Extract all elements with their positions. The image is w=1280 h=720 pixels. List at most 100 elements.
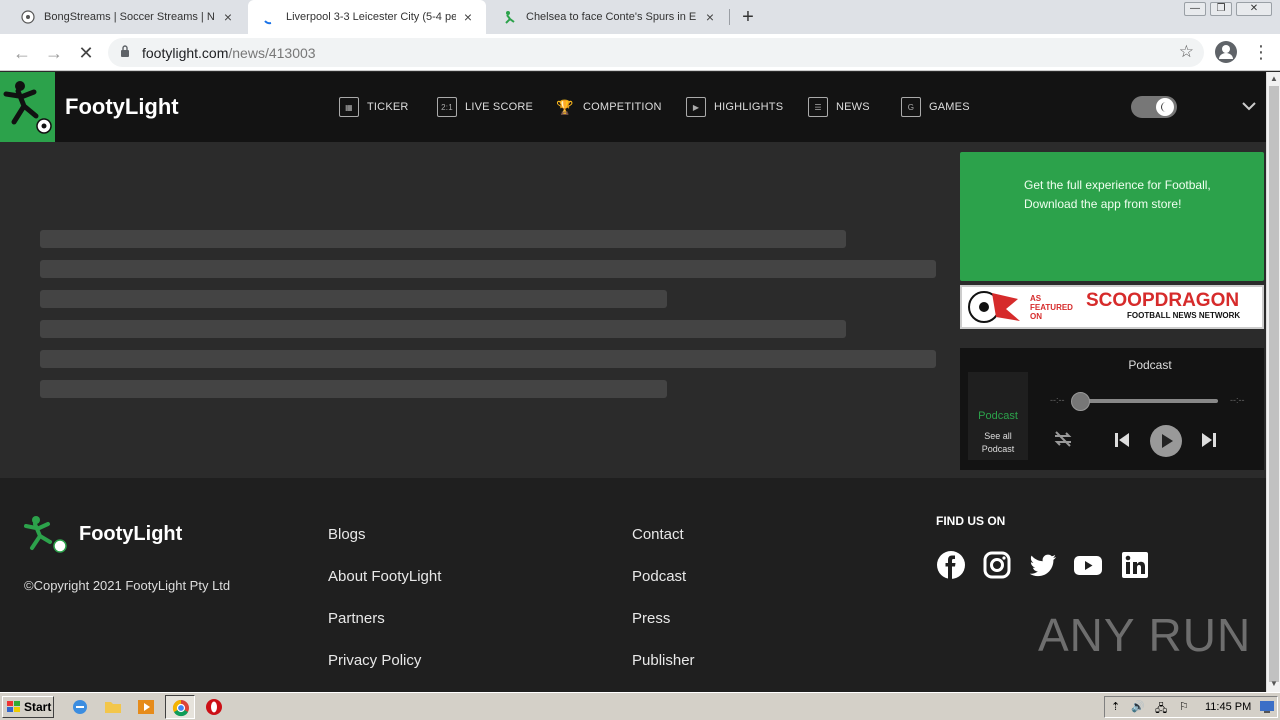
minimize-window-button[interactable]: — bbox=[1184, 2, 1206, 16]
footer-link-privacy[interactable]: Privacy Policy bbox=[328, 652, 421, 669]
folder-icon[interactable] bbox=[104, 698, 122, 716]
tab-title: Liverpool 3-3 Leicester City (5-4 pen bbox=[286, 11, 456, 23]
opera-icon[interactable] bbox=[205, 698, 223, 716]
nav-competition[interactable]: 🏆 COMPETITION bbox=[555, 96, 662, 118]
chevron-down-icon[interactable] bbox=[1240, 96, 1258, 116]
podcast-seek-handle[interactable] bbox=[1071, 392, 1090, 411]
anyrun-watermark: ANY RUN bbox=[1038, 609, 1252, 661]
start-label: Start bbox=[24, 700, 52, 714]
chrome-taskbar-button[interactable] bbox=[165, 695, 195, 719]
tab-chelsea-spurs[interactable]: Chelsea to face Conte's Spurs in EFL × bbox=[488, 0, 728, 34]
internet-explorer-icon[interactable] bbox=[71, 698, 89, 716]
copyright-text: ©Copyright 2021 FootyLight Pty Ltd bbox=[24, 578, 231, 593]
play-icon: ▶ bbox=[686, 97, 706, 117]
site-brand[interactable]: FootyLight bbox=[65, 94, 179, 120]
podcast-player-title: Podcast bbox=[1128, 358, 1172, 372]
linkedin-icon[interactable] bbox=[1120, 550, 1150, 580]
podcast-cover[interactable]: Podcast See all Podcast bbox=[968, 372, 1028, 460]
tab-title: Chelsea to face Conte's Spurs in EFL bbox=[526, 11, 696, 23]
loading-skeleton-line bbox=[40, 230, 846, 248]
windows-logo-icon bbox=[7, 701, 20, 712]
nav-label: GAMES bbox=[929, 101, 970, 113]
games-icon: G bbox=[901, 97, 921, 117]
footer-brand[interactable]: FootyLight bbox=[79, 523, 182, 546]
footer-link-partners[interactable]: Partners bbox=[328, 610, 385, 627]
nav-label: HIGHLIGHTS bbox=[714, 101, 784, 113]
lock-icon[interactable] bbox=[120, 45, 130, 58]
see-all-podcast-link[interactable]: See all Podcast bbox=[968, 430, 1028, 456]
repeat-icon[interactable] bbox=[1052, 428, 1074, 450]
new-tab-button[interactable]: + bbox=[736, 6, 760, 28]
page-scrollbar[interactable]: ▲ ▼ bbox=[1266, 72, 1280, 692]
profile-avatar-icon[interactable] bbox=[1215, 41, 1237, 63]
action-center-flag-icon[interactable]: ⚐ bbox=[1179, 700, 1189, 713]
footer-link-publisher[interactable]: Publisher bbox=[632, 652, 695, 669]
browser-toolbar: ← → ✕ footylight.com/news/413003 ☆ ⋮ bbox=[0, 34, 1280, 71]
back-button[interactable]: ← bbox=[10, 41, 34, 65]
volume-icon[interactable]: 🔊 bbox=[1131, 700, 1145, 713]
tab-liverpool-leicester[interactable]: Liverpool 3-3 Leicester City (5-4 pen × bbox=[248, 0, 486, 34]
close-tab-icon[interactable]: × bbox=[460, 9, 476, 25]
tray-expand-icon[interactable]: ⇡ bbox=[1111, 700, 1120, 713]
scoopdragon-badge[interactable]: AS FEATURED ON SCOOPDRAGON FOOTBALL NEWS… bbox=[960, 285, 1264, 329]
scroll-up-icon[interactable]: ▲ bbox=[1270, 74, 1278, 83]
stop-loading-button[interactable]: ✕ bbox=[74, 41, 98, 65]
forward-button[interactable]: → bbox=[42, 41, 66, 65]
close-tab-icon[interactable]: × bbox=[702, 9, 718, 25]
footer-link-about[interactable]: About FootyLight bbox=[328, 568, 441, 585]
address-bar[interactable]: footylight.com/news/413003 ☆ bbox=[108, 38, 1204, 67]
footballer-logo-icon[interactable] bbox=[22, 514, 70, 554]
tab-title: BongStreams | Soccer Streams | NBA bbox=[44, 11, 214, 23]
bookmark-star-icon[interactable]: ☆ bbox=[1179, 42, 1194, 62]
youtube-icon[interactable] bbox=[1073, 550, 1103, 580]
nav-live-score[interactable]: 2:1 LIVE SCORE bbox=[437, 96, 533, 118]
nav-news[interactable]: ☰ NEWS bbox=[808, 96, 870, 118]
podcast-seek-bar[interactable] bbox=[1075, 399, 1218, 403]
footer-link-blogs[interactable]: Blogs bbox=[328, 526, 366, 543]
instagram-icon[interactable] bbox=[982, 550, 1012, 580]
footylight-logo[interactable] bbox=[0, 72, 55, 142]
start-button[interactable]: Start bbox=[2, 696, 54, 718]
nav-highlights[interactable]: ▶ HIGHLIGHTS bbox=[686, 96, 783, 118]
loading-spinner-icon bbox=[262, 9, 278, 25]
find-us-heading: FIND US ON bbox=[936, 514, 1006, 528]
nav-games[interactable]: G GAMES bbox=[901, 96, 970, 118]
scrollbar-thumb[interactable] bbox=[1269, 86, 1279, 682]
loading-skeleton-line bbox=[40, 380, 667, 398]
url-domain: footylight.com bbox=[142, 45, 229, 61]
url-text[interactable]: footylight.com/news/413003 bbox=[142, 45, 316, 61]
scroll-down-icon[interactable]: ▼ bbox=[1270, 679, 1278, 688]
soccer-favicon-icon bbox=[20, 9, 36, 25]
podcast-duration: --:-- bbox=[1230, 395, 1245, 405]
app-download-banner[interactable]: Get the full experience for Football, Do… bbox=[960, 152, 1264, 281]
network-icon[interactable]: 🖧 bbox=[1155, 700, 1167, 719]
media-player-icon[interactable] bbox=[137, 698, 155, 716]
footballer-logo-icon bbox=[3, 81, 52, 134]
facebook-icon[interactable] bbox=[936, 550, 966, 580]
nav-ticker[interactable]: ▦ TICKER bbox=[339, 96, 409, 118]
podcast-current-time: --:-- bbox=[1050, 395, 1065, 405]
url-path: /news/413003 bbox=[228, 45, 316, 61]
dark-mode-toggle[interactable] bbox=[1131, 96, 1177, 118]
play-button-icon[interactable] bbox=[1149, 424, 1183, 458]
close-tab-icon[interactable]: × bbox=[220, 9, 236, 25]
close-window-button[interactable]: ✕ bbox=[1236, 2, 1272, 16]
previous-track-icon[interactable] bbox=[1112, 430, 1132, 450]
chrome-icon bbox=[172, 699, 189, 717]
footer-link-podcast[interactable]: Podcast bbox=[632, 568, 686, 585]
twitter-icon[interactable] bbox=[1028, 550, 1058, 580]
app-banner-text: Get the full experience for Football, Do… bbox=[1024, 178, 1211, 211]
taskbar-clock[interactable]: 11:45 PM bbox=[1205, 701, 1251, 713]
podcast-cover-title: Podcast bbox=[978, 410, 1018, 422]
maximize-window-button[interactable]: ❐ bbox=[1210, 2, 1232, 16]
tab-separator bbox=[729, 9, 730, 25]
footer-link-contact[interactable]: Contact bbox=[632, 526, 684, 543]
show-desktop-icon[interactable] bbox=[1259, 700, 1275, 714]
footer-link-press[interactable]: Press bbox=[632, 610, 670, 627]
loading-skeleton-line bbox=[40, 290, 667, 308]
browser-menu-icon[interactable]: ⋮ bbox=[1252, 40, 1270, 64]
next-track-icon[interactable] bbox=[1199, 430, 1219, 450]
live-score-icon: 2:1 bbox=[437, 97, 457, 117]
tab-bongstreams[interactable]: BongStreams | Soccer Streams | NBA × bbox=[6, 0, 246, 34]
system-tray: ⇡ 🔊 🖧 ⚐ 11:45 PM bbox=[1104, 696, 1278, 718]
